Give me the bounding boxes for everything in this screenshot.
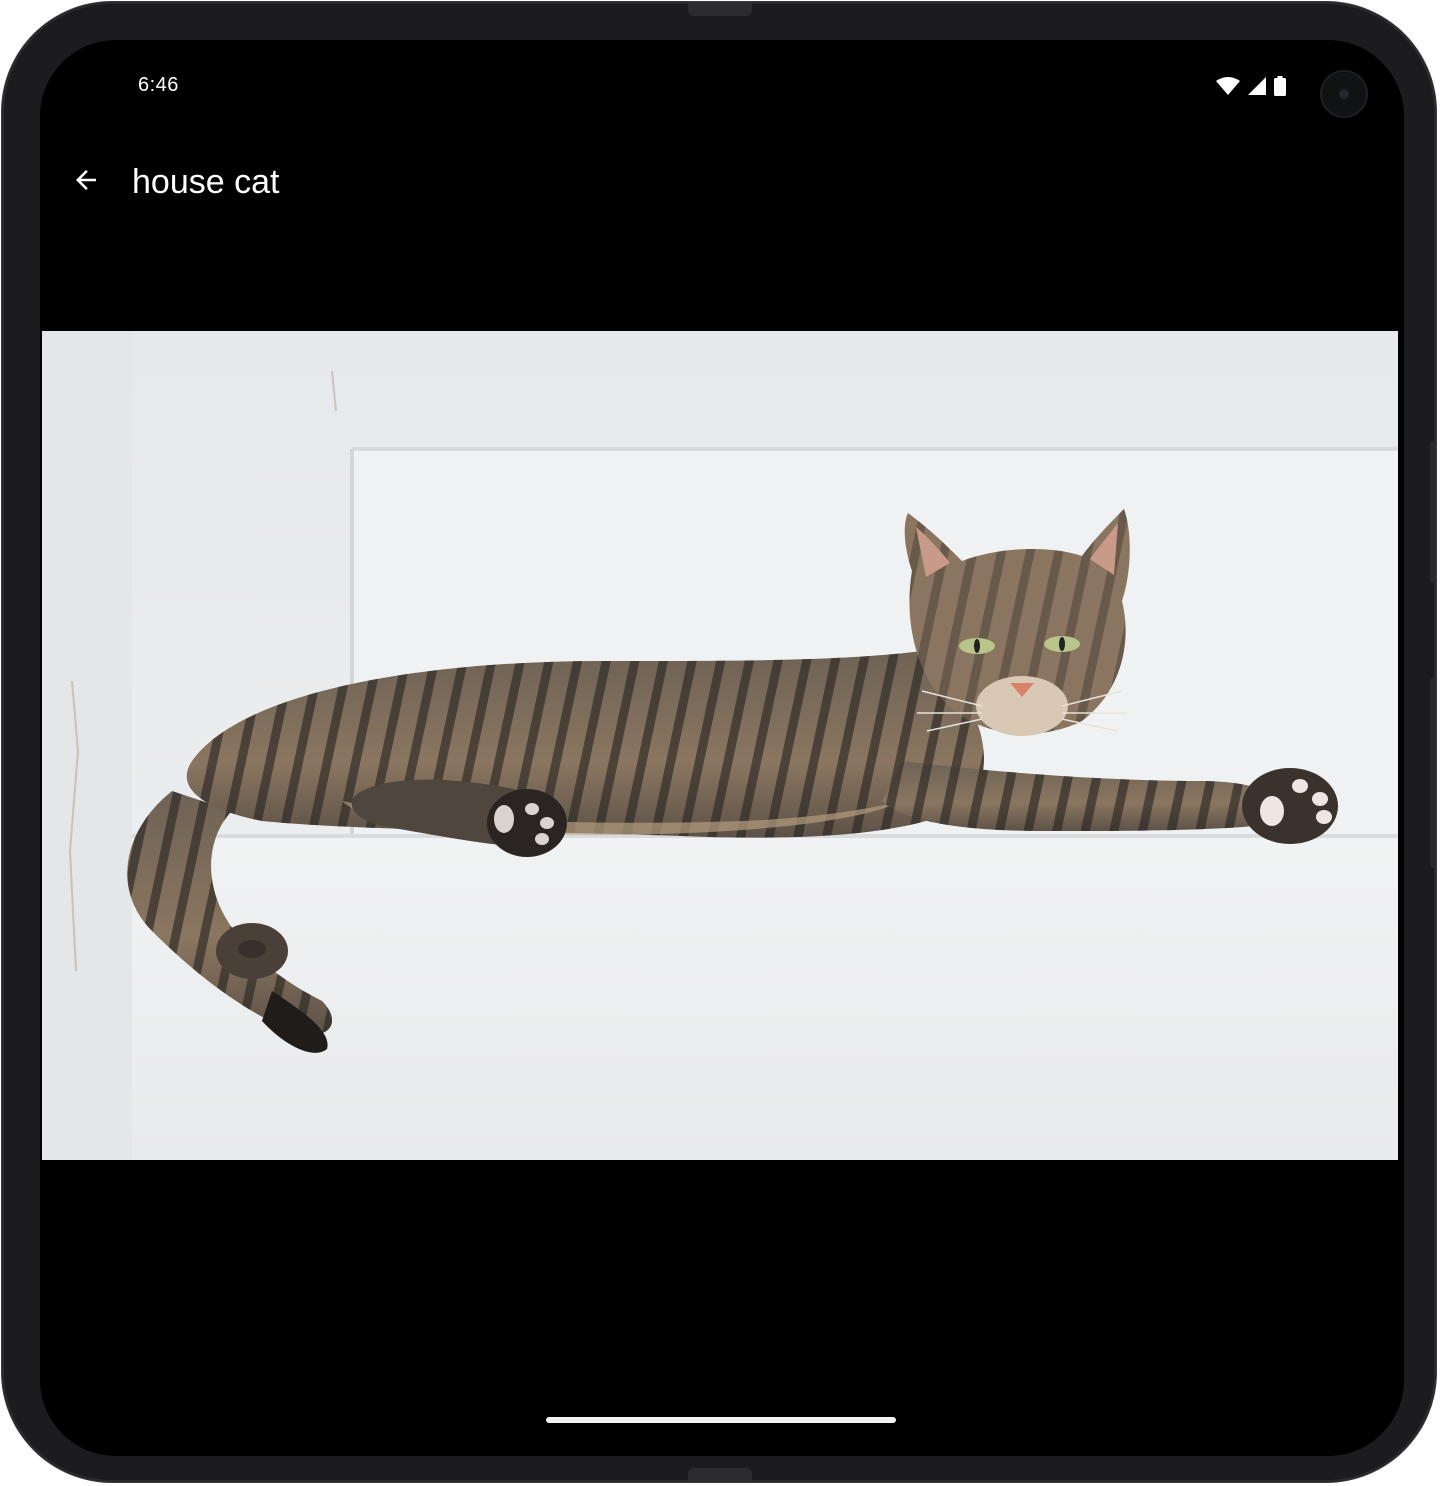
status-icons xyxy=(1216,76,1286,101)
tabby-cat-photo[interactable] xyxy=(42,331,1398,1160)
volume-button xyxy=(1430,678,1436,868)
cellular-signal-icon xyxy=(1248,77,1266,100)
battery-icon xyxy=(1274,76,1286,101)
home-gesture-bar[interactable] xyxy=(546,1417,896,1423)
tabby-cat-illustration xyxy=(42,331,1398,1160)
screen: 6:46 house cat xyxy=(40,40,1404,1456)
foldable-device-frame: 6:46 house cat xyxy=(2,2,1436,1482)
power-button xyxy=(1430,442,1436,582)
top-app-bar: house cat xyxy=(40,146,1404,218)
wifi-icon xyxy=(1216,77,1240,100)
hinge-top xyxy=(688,2,752,16)
status-clock: 6:46 xyxy=(138,74,179,96)
status-bar: 6:46 xyxy=(40,40,1404,136)
hinge-bottom xyxy=(688,1468,752,1482)
arrow-back-icon xyxy=(71,165,101,200)
front-camera xyxy=(1320,70,1368,118)
back-button[interactable] xyxy=(62,158,110,206)
page-title: house cat xyxy=(132,163,280,201)
